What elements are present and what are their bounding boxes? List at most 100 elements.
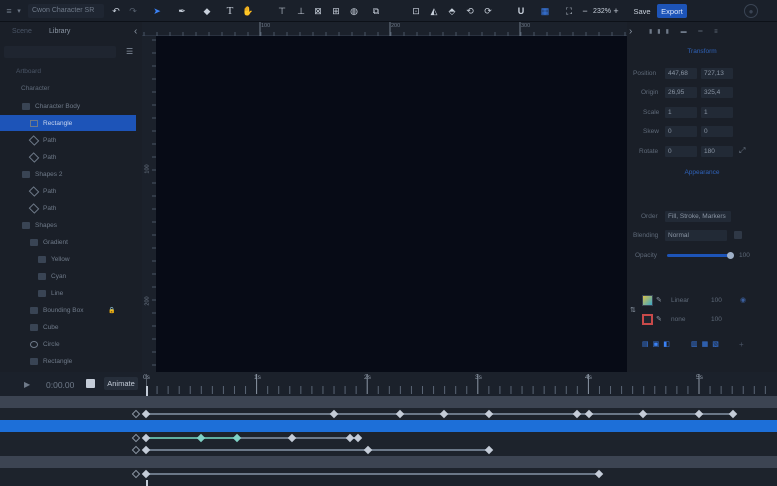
order-select[interactable]: Fill, Stroke, Markers: [665, 211, 731, 222]
chevron-down-icon[interactable]: ▾: [14, 4, 24, 18]
tab-library[interactable]: Library: [49, 28, 70, 35]
keyframe[interactable]: [353, 433, 363, 443]
stroke-type[interactable]: none: [671, 316, 685, 323]
origin-x-input[interactable]: 26,95: [665, 87, 697, 98]
document-title[interactable]: Cwon Character SR: [28, 4, 104, 18]
save-button[interactable]: Save: [631, 4, 653, 18]
fit-icon[interactable]: ⊠: [312, 4, 324, 18]
keyframe[interactable]: [638, 409, 648, 419]
flip-vertical-icon[interactable]: ⬘: [446, 4, 458, 18]
keyframe-toggle-icon[interactable]: [131, 445, 141, 455]
stroke-swatch[interactable]: [642, 314, 653, 325]
layer-item[interactable]: Circle: [0, 336, 142, 352]
eyedropper-icon[interactable]: ✎: [656, 296, 662, 304]
layer-character[interactable]: Character: [21, 85, 50, 92]
keyframe[interactable]: [141, 433, 151, 443]
fill-swatch[interactable]: [642, 295, 653, 306]
keyframe[interactable]: [584, 409, 594, 419]
swap-icon[interactable]: ⇅: [630, 306, 636, 314]
keyframe[interactable]: [232, 433, 242, 443]
menu-icon[interactable]: ≡: [4, 4, 14, 18]
layer-item[interactable]: Path: [0, 200, 142, 216]
zoom-out-button[interactable]: −: [581, 4, 589, 18]
timeline-track[interactable]: [0, 468, 777, 480]
rotate-cw-icon[interactable]: ⟳: [482, 4, 494, 18]
frame-icon[interactable]: ⊡: [410, 4, 422, 18]
align-bottom-icon[interactable]: ⊥: [295, 4, 307, 18]
opacity-slider-handle[interactable]: [727, 252, 734, 259]
keyframe[interactable]: [196, 433, 206, 443]
keyframe[interactable]: [484, 445, 494, 455]
keyframe[interactable]: [572, 409, 582, 419]
origin-y-input[interactable]: 325,4: [701, 87, 733, 98]
scale-y-input[interactable]: 1: [701, 107, 733, 118]
keyframe[interactable]: [728, 409, 738, 419]
shape-tool-icon[interactable]: ◆: [200, 4, 214, 18]
avatar[interactable]: ●: [744, 4, 758, 18]
flip-horizontal-icon[interactable]: ◭: [428, 4, 440, 18]
text-tool-icon[interactable]: T: [223, 4, 237, 18]
lock-icon[interactable]: 🔒: [108, 307, 115, 314]
export-button[interactable]: Export: [657, 4, 687, 18]
artboard-canvas[interactable]: [156, 36, 627, 372]
layer-item[interactable]: Path: [0, 132, 142, 148]
keyframe-toggle-icon[interactable]: [86, 379, 95, 388]
arrange-ops-icons[interactable]: ▥▦▧: [691, 340, 723, 348]
zoom-fit-icon[interactable]: ⛶: [563, 4, 575, 18]
blending-select[interactable]: Normal: [665, 230, 727, 241]
layer-item[interactable]: Rectangle: [0, 115, 136, 131]
keyframe[interactable]: [363, 445, 373, 455]
keyframe[interactable]: [287, 433, 297, 443]
rotate-x-input[interactable]: 0: [665, 146, 697, 157]
play-icon[interactable]: ▶: [24, 380, 30, 389]
rotate-y-input[interactable]: 180: [701, 146, 733, 157]
keyframe[interactable]: [141, 469, 151, 479]
opacity-slider[interactable]: [667, 254, 731, 257]
visibility-icon[interactable]: ◉: [740, 296, 746, 304]
select-tool-icon[interactable]: ➤: [150, 4, 164, 18]
magnet-icon[interactable]: U: [515, 4, 527, 18]
layer-item[interactable]: Gradient: [0, 234, 142, 250]
zoom-level[interactable]: 232%: [590, 4, 614, 18]
align-icons[interactable]: ▮▮▮ ▬ ═ ≡: [649, 28, 723, 35]
keyframe[interactable]: [694, 409, 704, 419]
fill-type[interactable]: Linear: [671, 297, 689, 304]
align-top-icon[interactable]: ⊤: [276, 4, 288, 18]
expand-panel-icon[interactable]: ›: [629, 26, 632, 37]
list-options-icon[interactable]: ☰: [126, 47, 133, 56]
animate-button[interactable]: Animate: [104, 377, 138, 390]
layer-item[interactable]: Rectangle: [0, 353, 142, 369]
keyframe[interactable]: [594, 469, 604, 479]
layer-item[interactable]: Line: [0, 285, 142, 301]
timeline-track[interactable]: [0, 396, 777, 408]
keyframe[interactable]: [439, 409, 449, 419]
layer-item[interactable]: Path: [0, 183, 142, 199]
blend-toggle[interactable]: [734, 231, 742, 239]
pen-tool-icon[interactable]: ✒: [175, 4, 189, 18]
zoom-in-button[interactable]: +: [612, 4, 620, 18]
layer-item[interactable]: Shapes: [0, 217, 142, 233]
redo-icon[interactable]: ↷: [127, 4, 139, 18]
timeline-track[interactable]: [0, 408, 777, 420]
layer-item[interactable]: Yellow: [0, 251, 142, 267]
skew-x-input[interactable]: 0: [665, 126, 697, 137]
arrange-icon[interactable]: ⧉: [368, 4, 384, 18]
search-input[interactable]: [4, 46, 116, 58]
eyedropper-icon[interactable]: ✎: [656, 315, 662, 323]
keyframe-toggle-icon[interactable]: [131, 433, 141, 443]
stroke-opacity[interactable]: 100: [711, 316, 722, 323]
scale-x-input[interactable]: 1: [665, 107, 697, 118]
position-x-input[interactable]: 447,68: [665, 68, 697, 79]
keyframe-toggle-icon[interactable]: [131, 409, 141, 419]
fill-opacity[interactable]: 100: [711, 297, 722, 304]
keyframe[interactable]: [141, 409, 151, 419]
skew-y-input[interactable]: 0: [701, 126, 733, 137]
layer-item[interactable]: Character Body: [0, 98, 142, 114]
layer-item[interactable]: Cube: [0, 319, 142, 335]
grid-icon[interactable]: ▦: [538, 4, 552, 18]
keyframe[interactable]: [141, 445, 151, 455]
undo-icon[interactable]: ↶: [110, 4, 122, 18]
layer-item[interactable]: Bounding Box 🔒: [0, 302, 142, 318]
timeline-track[interactable]: [0, 444, 777, 456]
tab-scene[interactable]: Scene: [12, 28, 32, 35]
